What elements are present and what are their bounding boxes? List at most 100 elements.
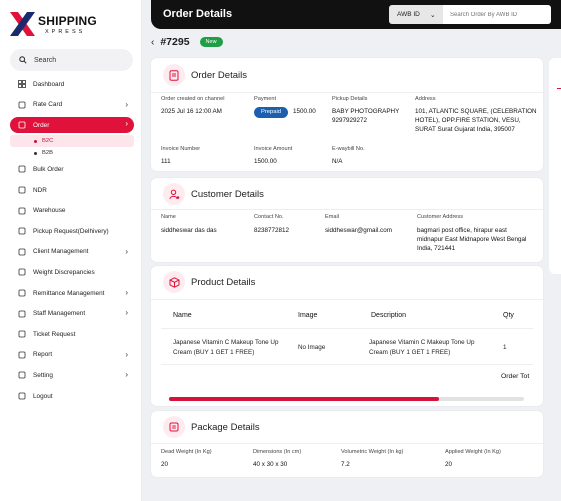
sidebar-item-ndr[interactable]: NDR [10,180,134,201]
invoice-amount-label: Invoice Amount [254,146,293,152]
back-arrow-icon[interactable]: ‹ [151,37,154,48]
scrollbar-thumb[interactable] [169,397,439,401]
created-value: 2025 Jul 16 12:00 AM [161,108,222,115]
package-details-card: Package Details Dead Weight (In Kg) 20 D… [151,411,543,477]
sidebar-item-staff-management[interactable]: Staff Management › [10,303,134,324]
sidebar-item-logout[interactable]: Logout [10,386,134,407]
order-details-card: Order Details Order created on channel 2… [151,58,543,171]
brand-logo[interactable]: SHIPPING XPRESS [8,10,133,42]
sidebar-item-label: Ticket Request [33,330,76,338]
sidebar-item-ticket-request[interactable]: Ticket Request [10,324,134,345]
sidebar-item-label: Weight Discrepancies [33,268,95,276]
sidebar-item-label: Pickup Request(Delhivery) [33,227,109,235]
order-total-label: Order Tot [501,373,530,380]
bullet-icon [34,151,37,155]
payment-label: Payment [254,96,277,102]
email-label: Email [325,214,339,220]
horizontal-scrollbar[interactable] [169,397,524,401]
sidebar-item-setting[interactable]: Setting › [10,365,134,386]
awb-search-input[interactable] [443,5,551,24]
sidebar-nav: Dashboard Rate Card › Order › B2C B2B Bulk Orde… [10,74,134,406]
address-label: Address [415,96,436,102]
chevron-right-icon: › [125,246,128,256]
email-value: siddheswar@gmail.com [325,227,392,234]
dead-weight-label: Dead Weight (In Kg) [161,449,212,455]
staff-icon [18,310,26,318]
contact-value: 8238772812 [254,227,290,234]
package-details-title: Package Details [191,422,260,433]
search-label: Search [34,56,57,64]
customer-address-value: bagmari post office, hirapur east midnap… [417,227,527,252]
box-icon [18,121,26,129]
volumetric-value: 7.2 [341,461,350,468]
sidebar-item-remittance-management[interactable]: Remittance Management › [10,283,134,304]
chevron-right-icon: › [125,370,128,380]
sidebar-item-client-management[interactable]: Client Management › [10,242,134,263]
sidebar-item-warehouse[interactable]: Warehouse [10,200,134,221]
scale-icon [18,269,26,276]
divider [151,209,543,210]
payment-amount: 1500.00 [292,108,316,115]
sidebar-item-label: Staff Management [33,310,86,318]
column-header-name: Name [173,312,192,319]
column-header-image: Image [298,312,318,319]
page-title: Order Details [163,8,233,20]
customer-details-card: Customer Details Name siddheswar das das… [151,178,543,262]
gear-icon [18,372,26,379]
column-header-description: Description [371,312,407,319]
customer-details-title: Customer Details [191,189,264,200]
sidebar-item-rate-card[interactable]: Rate Card › [10,95,134,116]
side-panel-card [549,58,561,274]
divider [161,328,533,329]
volumetric-label: Volumetric Weight (In kg) [341,449,404,455]
logo-mark-icon [10,12,35,36]
sidebar-item-order[interactable]: Order › [10,117,134,134]
search-icon [19,56,27,64]
pickup-label: Pickup Details [332,96,368,102]
brand-sub: XPRESS [45,29,86,35]
money-icon [18,289,26,297]
applied-weight-value: 20 [445,461,453,468]
divider [151,92,543,93]
chevron-right-icon: › [125,308,128,318]
sidebar-item-label: Remittance Management [33,289,105,297]
sidebar-item-label: Report [33,351,53,359]
chevron-right-icon: › [125,287,128,297]
customer-name-label: Name [161,214,176,220]
product-image: No Image [298,344,326,351]
product-description: Japanese Vitamin C Makeup Tone Up Cream … [369,339,475,356]
product-qty: 1 [503,344,507,351]
sidebar-item-dashboard[interactable]: Dashboard [10,74,134,95]
sidebar-item-label: Order [33,121,50,129]
sidebar-subitem-b2c[interactable]: B2C [10,135,134,148]
dead-weight-value: 20 [161,461,169,468]
sidebar-item-label: Bulk Order [33,165,64,173]
dimensions-label: Dimensions (In cm) [253,449,302,455]
shield-icon [18,351,26,359]
sidebar-item-label: Logout [33,392,53,400]
product-details-card: Product Details Name Image Description Q… [151,266,543,406]
ticket-icon [18,330,26,338]
awb-select-label: AWB ID [397,11,420,18]
sidebar-item-bulk-order[interactable]: Bulk Order [10,159,134,180]
sidebar-subitem-label: B2B [42,150,53,157]
sidebar-item-pickup-request-delhivery[interactable]: Pickup Request(Delhivery) [10,221,134,242]
sidebar-item-label: NDR [33,186,47,194]
product-name: Japanese Vitamin C Makeup Tone Up Cream … [173,339,279,356]
customer-name-value: siddheswar das das [161,227,217,234]
receipt-icon [18,101,26,109]
sidebar-item-label: Dashboard [33,80,65,88]
sidebar-search[interactable]: Search [10,49,133,71]
sidebar-item-weight-discrepancies[interactable]: Weight Discrepancies [10,262,134,283]
user-star-icon [163,183,185,205]
created-label: Order created on channel [161,96,225,102]
sidebar-subitem-b2b[interactable]: B2B [10,147,134,159]
applied-weight-label: Applied Weight (In Kg) [445,449,501,455]
customer-address-label: Customer Address [417,214,464,220]
sidebar-item-report[interactable]: Report › [10,345,134,366]
contact-label: Contact No. [254,214,284,220]
bullet-icon [34,139,37,143]
awb-select[interactable]: AWB ID ⌄ [389,5,443,24]
invoice-value: 111 [161,158,171,165]
chevron-right-icon: › [125,349,128,359]
